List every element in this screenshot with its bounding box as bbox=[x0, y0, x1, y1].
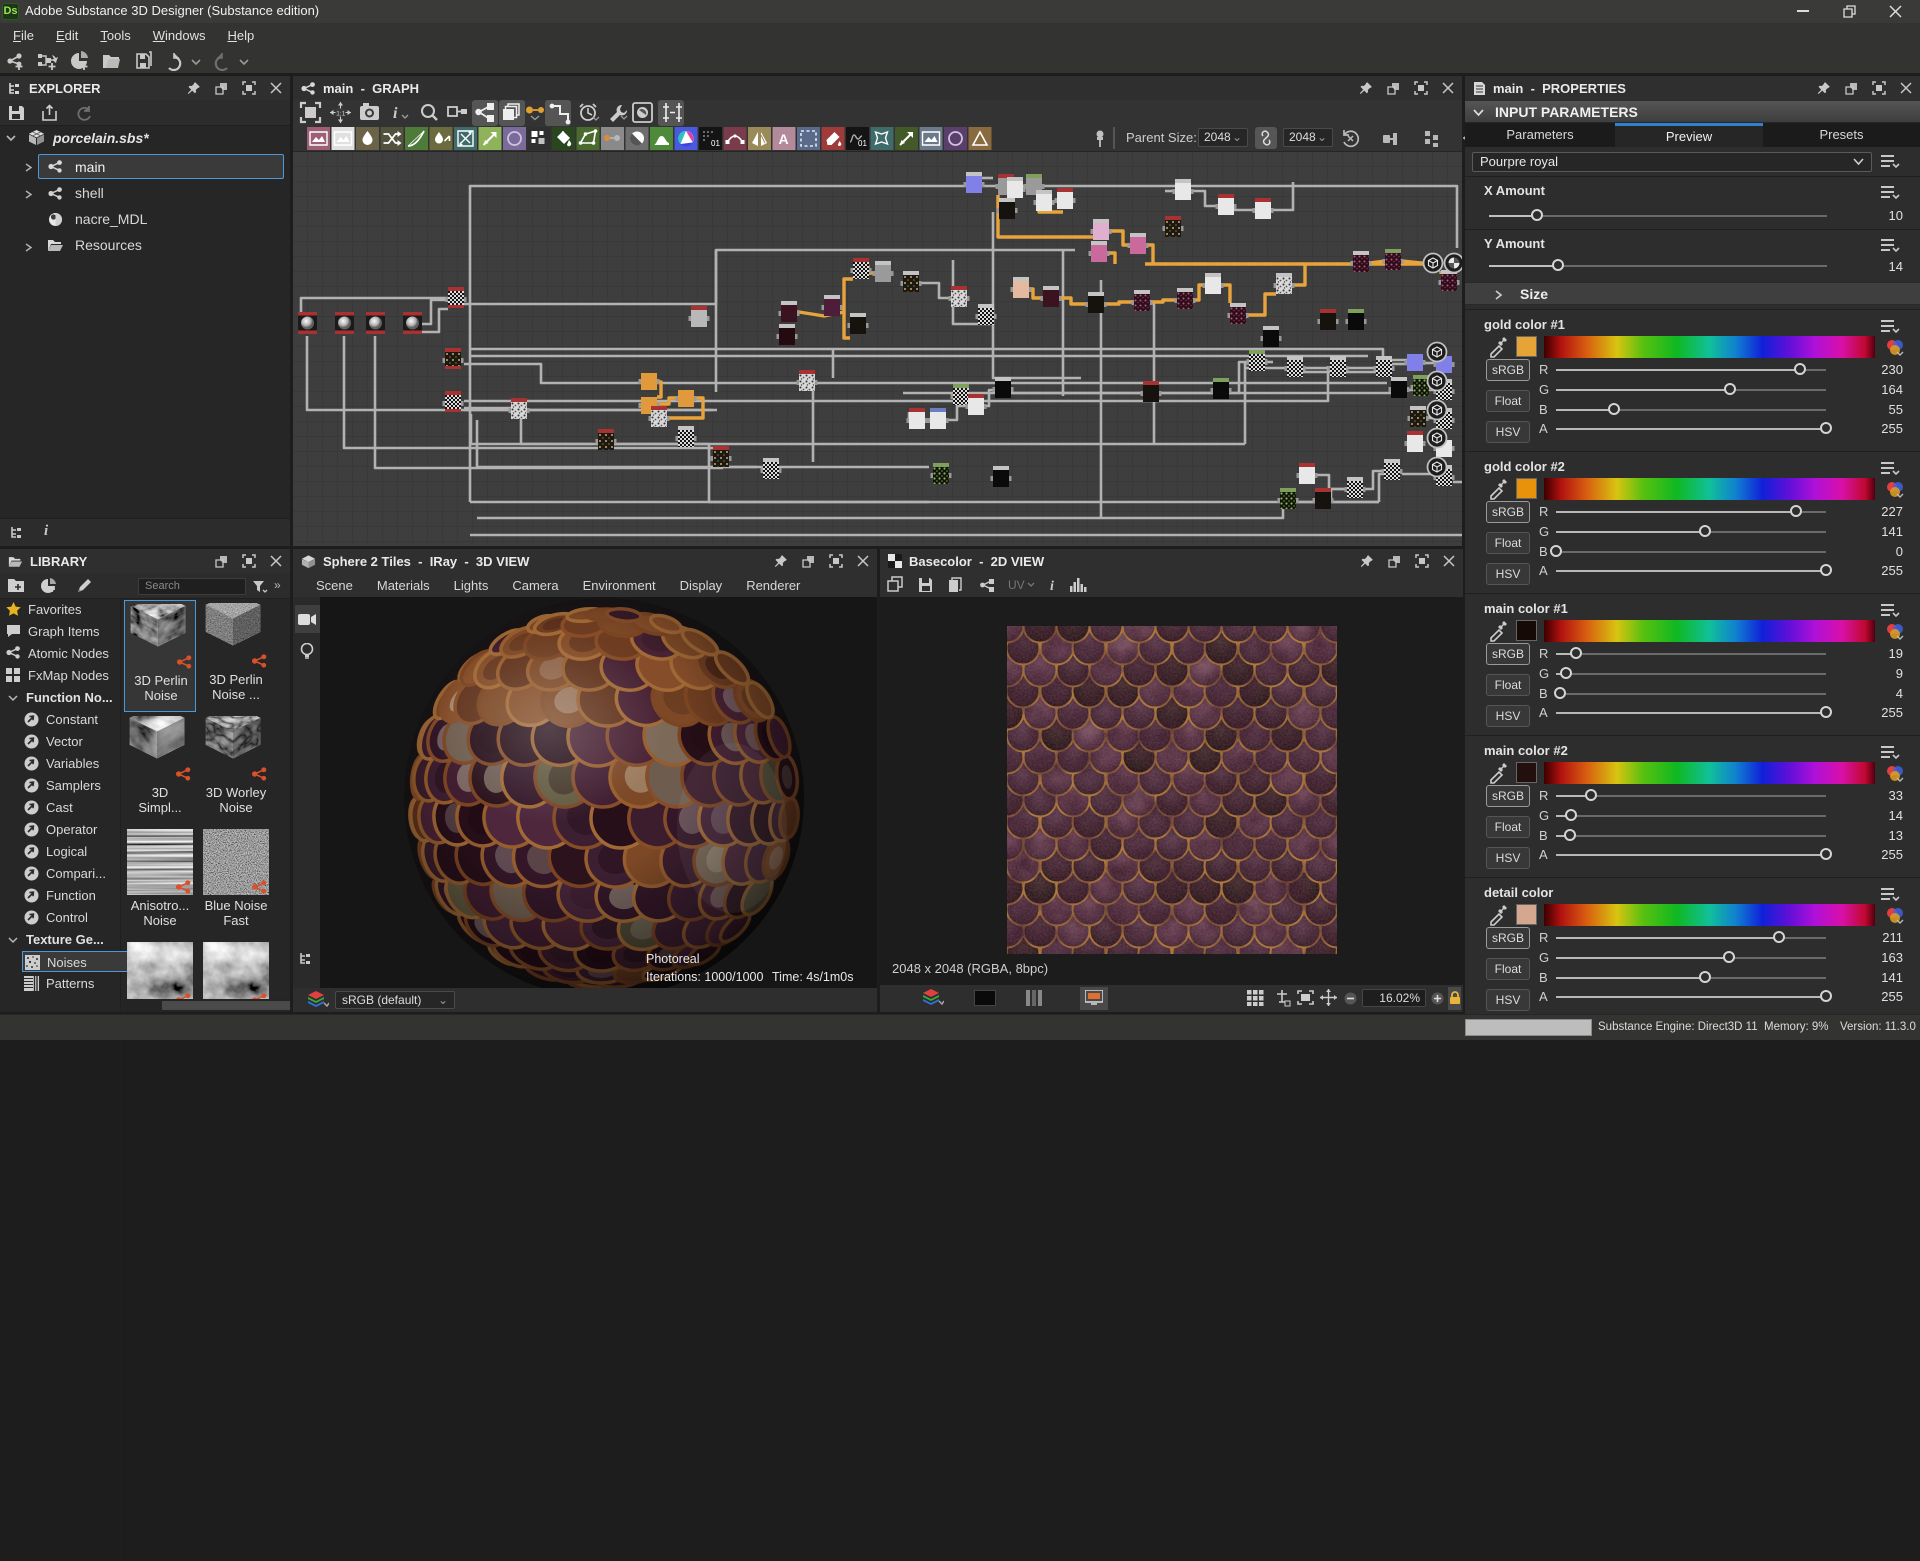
svg-text:01: 01 bbox=[711, 139, 720, 148]
svg-text:UV: UV bbox=[1008, 578, 1025, 592]
svg-text:A: A bbox=[779, 131, 789, 147]
svg-text:1:1: 1:1 bbox=[336, 111, 345, 118]
svg-text:01: 01 bbox=[858, 139, 867, 148]
svg-text:i: i bbox=[393, 105, 398, 122]
svg-text:i: i bbox=[1050, 579, 1054, 594]
